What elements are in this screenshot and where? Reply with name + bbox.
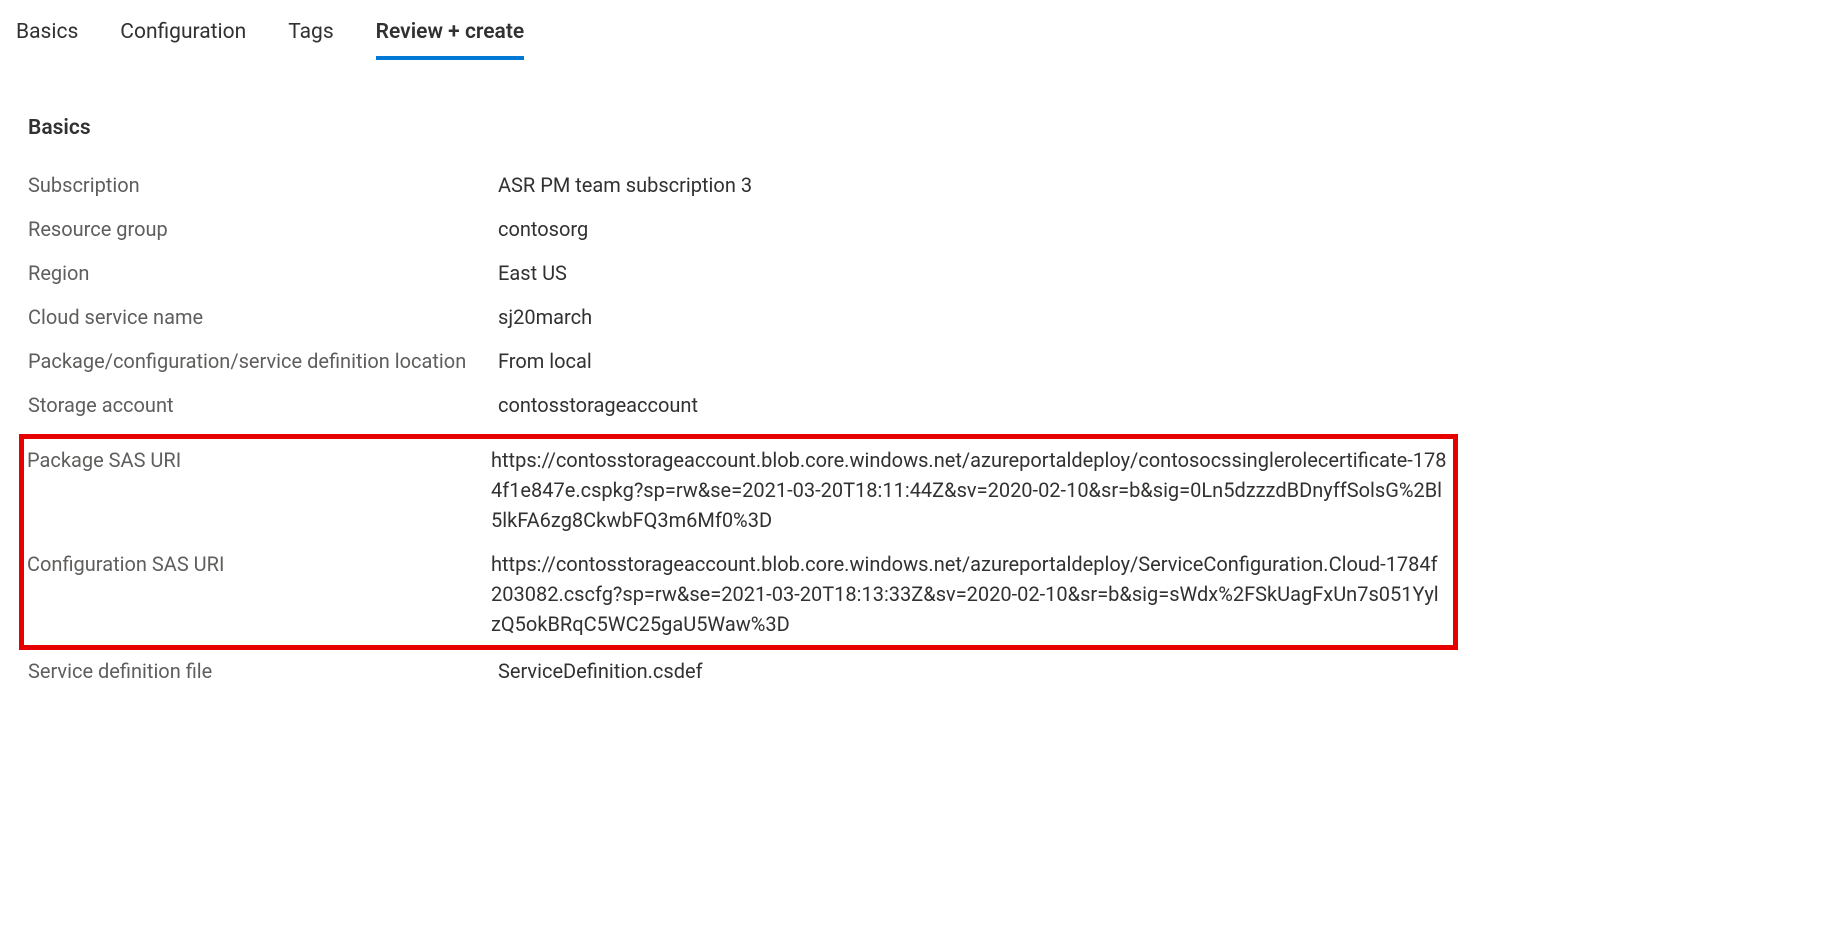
field-storage-account: Storage account contosstorageaccount [28, 390, 1818, 420]
field-value: From local [498, 346, 592, 376]
field-label: Region [28, 258, 498, 288]
field-region: Region East US [28, 258, 1818, 288]
field-value: https://contosstorageaccount.blob.core.w… [491, 445, 1447, 535]
highlighted-sas-uris: Package SAS URI https://contosstorageacc… [19, 434, 1458, 650]
field-value: contosorg [498, 214, 588, 244]
tab-bar: Basics Configuration Tags Review + creat… [16, 20, 1818, 60]
basics-fields: Subscription ASR PM team subscription 3 … [28, 170, 1818, 420]
field-value: ServiceDefinition.csdef [498, 656, 703, 686]
tab-review-create[interactable]: Review + create [376, 20, 525, 60]
field-label: Cloud service name [28, 302, 498, 332]
field-resource-group: Resource group contosorg [28, 214, 1818, 244]
field-label: Resource group [28, 214, 498, 244]
field-value: East US [498, 258, 567, 288]
field-package-sas-uri: Package SAS URI https://contosstorageacc… [27, 445, 1447, 535]
basics-fields-continued: Service definition file ServiceDefinitio… [28, 656, 1818, 686]
tab-tags[interactable]: Tags [288, 20, 333, 60]
field-label: Package/configuration/service definition… [28, 346, 498, 376]
field-value: https://contosstorageaccount.blob.core.w… [491, 549, 1447, 639]
field-service-definition-file: Service definition file ServiceDefinitio… [28, 656, 1818, 686]
field-label: Configuration SAS URI [27, 549, 491, 579]
field-value: sj20march [498, 302, 592, 332]
field-label: Subscription [28, 170, 498, 200]
field-label: Service definition file [28, 656, 498, 686]
field-value: ASR PM team subscription 3 [498, 170, 752, 200]
tab-basics[interactable]: Basics [16, 20, 78, 60]
field-configuration-sas-uri: Configuration SAS URI https://contosstor… [27, 549, 1447, 639]
field-label: Storage account [28, 390, 498, 420]
field-cloud-service-name: Cloud service name sj20march [28, 302, 1818, 332]
field-subscription: Subscription ASR PM team subscription 3 [28, 170, 1818, 200]
section-title-basics: Basics [28, 116, 1818, 140]
field-package-location: Package/configuration/service definition… [28, 346, 1818, 376]
field-label: Package SAS URI [27, 445, 491, 475]
field-value: contosstorageaccount [498, 390, 698, 420]
tab-configuration[interactable]: Configuration [120, 20, 246, 60]
